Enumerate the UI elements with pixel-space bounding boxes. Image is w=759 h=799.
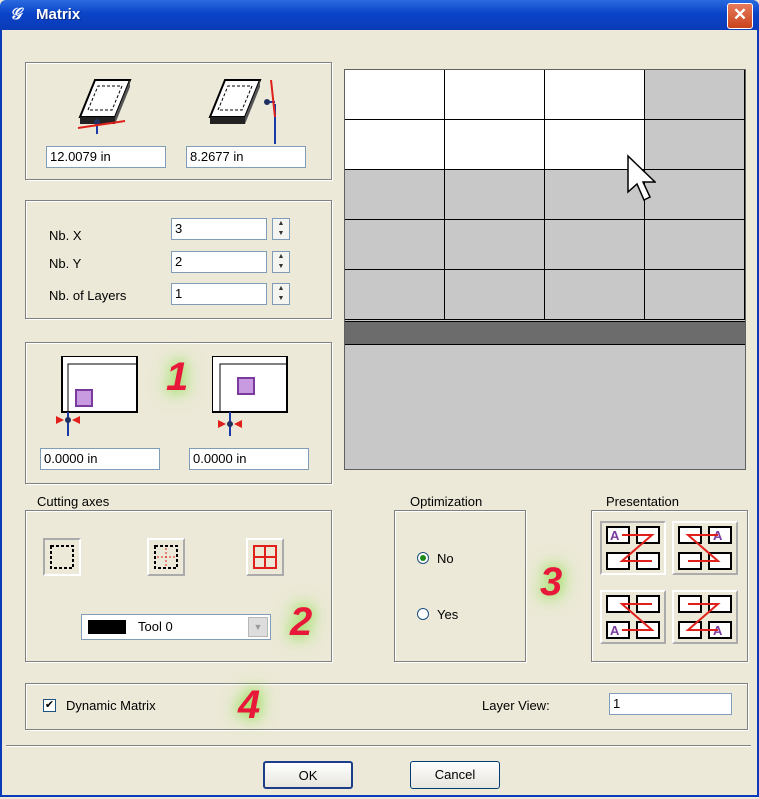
button-divider <box>6 745 751 747</box>
annotation-3: 3 <box>540 560 563 604</box>
height-dimension-icon <box>208 79 276 144</box>
tool-select[interactable]: Tool 0 ▼ <box>81 614 271 640</box>
tool-select-value: Tool 0 <box>138 619 173 634</box>
ok-button[interactable]: OK <box>263 761 353 789</box>
annotation-2: 2 <box>290 600 313 644</box>
nb-x-spinner[interactable]: ▲ ▼ <box>272 218 290 240</box>
preview-cell[interactable] <box>545 270 645 320</box>
check-icon: ✔ <box>44 699 55 711</box>
preview-cell[interactable] <box>445 170 545 220</box>
zigzag-a-bottom-left-icon: A <box>606 595 660 639</box>
chevron-down-icon[interactable]: ▼ <box>248 617 268 637</box>
layer-view-input[interactable]: 1 <box>609 693 732 715</box>
zigzag-a-top-right-icon: A <box>678 526 732 570</box>
presentation-top-left-button[interactable]: A <box>600 521 666 575</box>
left-offset-input[interactable]: 0.0000 in <box>40 448 160 470</box>
svg-text:A: A <box>610 528 620 543</box>
presentation-label: Presentation <box>606 494 679 509</box>
dynamic-matrix-label: Dynamic Matrix <box>66 698 156 713</box>
mouse-cursor-icon <box>627 154 656 202</box>
nb-x-input[interactable]: 3 <box>171 218 267 240</box>
preview-cell[interactable] <box>445 270 545 320</box>
preview-cell[interactable] <box>445 120 545 170</box>
optimization-label: Optimization <box>410 494 483 509</box>
annotation-4: 4 <box>238 683 261 727</box>
nb-y-input[interactable]: 2 <box>171 251 267 273</box>
svg-text:A: A <box>610 623 620 638</box>
cut-none-button[interactable] <box>43 538 81 576</box>
width-input[interactable]: 12.0079 in <box>46 146 166 168</box>
tool-color-swatch <box>88 620 126 634</box>
preview-cell[interactable] <box>345 270 445 320</box>
inner-cut-icon <box>154 545 178 569</box>
matrix-preview[interactable] <box>344 69 746 470</box>
preview-cell[interactable] <box>345 220 445 270</box>
width-dimension-icon <box>77 79 132 134</box>
optimization-yes-radio[interactable] <box>417 608 429 620</box>
preview-layer-bar <box>345 321 745 345</box>
nb-y-label: Nb. Y <box>49 256 82 271</box>
title-bar[interactable] <box>0 0 759 30</box>
presentation-top-right-button[interactable]: A <box>672 521 738 575</box>
annotation-1: 1 <box>166 355 189 399</box>
cutting-axes-label: Cutting axes <box>37 494 110 509</box>
layers-input[interactable]: 1 <box>171 283 267 305</box>
layer-view-label: Layer View: <box>482 698 550 713</box>
nb-x-label: Nb. X <box>49 228 82 243</box>
presentation-bottom-left-button[interactable]: A <box>600 590 666 644</box>
preview-cell[interactable] <box>545 220 645 270</box>
preview-cell[interactable] <box>345 170 445 220</box>
window-title: Matrix <box>36 6 81 23</box>
nb-y-spinner[interactable]: ▲ ▼ <box>272 251 290 273</box>
zigzag-a-bottom-right-icon: A <box>678 595 732 639</box>
height-input[interactable]: 8.2677 in <box>186 146 306 168</box>
preview-cell[interactable] <box>645 220 745 270</box>
zigzag-a-top-left-icon: A <box>606 526 660 570</box>
app-icon: 𝒢 <box>10 6 22 23</box>
presentation-bottom-right-button[interactable]: A <box>672 590 738 644</box>
preview-cell[interactable] <box>645 270 745 320</box>
dashed-frame-icon <box>50 545 74 569</box>
layers-label: Nb. of Layers <box>49 288 127 303</box>
full-cut-icon <box>253 545 277 569</box>
preview-cell[interactable] <box>445 70 545 120</box>
preview-cell[interactable] <box>345 70 445 120</box>
dynamic-matrix-checkbox[interactable]: ✔ <box>43 699 56 712</box>
preview-cell[interactable] <box>545 70 645 120</box>
optimization-no-radio[interactable] <box>417 552 429 564</box>
preview-cell[interactable] <box>645 120 745 170</box>
close-button[interactable]: ✕ <box>727 3 753 29</box>
cut-inner-button[interactable] <box>147 538 185 576</box>
cut-full-button[interactable] <box>246 538 284 576</box>
cancel-button[interactable]: Cancel <box>410 761 500 789</box>
optimization-no-label: No <box>437 551 454 566</box>
preview-cell[interactable] <box>645 170 745 220</box>
preview-cell[interactable] <box>345 120 445 170</box>
left-offset-icon <box>56 356 138 436</box>
layers-spinner[interactable]: ▲ ▼ <box>272 283 290 305</box>
preview-cell[interactable] <box>445 220 545 270</box>
right-offset-input[interactable]: 0.0000 in <box>189 448 309 470</box>
right-offset-icon <box>212 356 288 436</box>
optimization-group <box>394 510 526 662</box>
optimization-yes-label: Yes <box>437 607 459 622</box>
preview-cell[interactable] <box>645 70 745 120</box>
